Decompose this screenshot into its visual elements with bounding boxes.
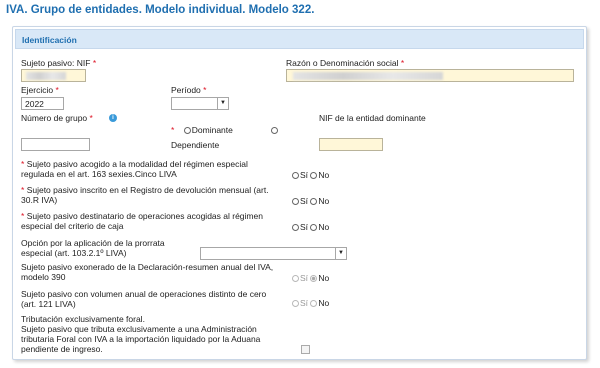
- q3-radios: Sí No: [292, 222, 329, 232]
- exonerado-label: Sujeto pasivo exonerado de la Declaració…: [21, 262, 274, 282]
- razon-social-input[interactable]: [286, 69, 574, 82]
- info-icon[interactable]: i: [109, 114, 117, 122]
- dominante-label: Dominante: [191, 125, 233, 135]
- exonerado-si-radio[interactable]: [292, 275, 299, 282]
- exonerado-radios: Sí No: [292, 273, 329, 283]
- chevron-down-icon[interactable]: ▼: [335, 248, 346, 259]
- dependiente-radio[interactable]: [270, 127, 278, 134]
- page-title: IVA. Grupo de entidades. Modelo individu…: [6, 4, 315, 16]
- question-devolucion-mensual: * Sujeto pasivo inscrito en el Registro …: [21, 185, 269, 205]
- foral-label: Tributación exclusivamente foral. Sujeto…: [21, 314, 261, 354]
- q1-si-radio[interactable]: [292, 172, 299, 179]
- section-title: Identificación: [22, 35, 77, 45]
- redacted-value: [293, 72, 443, 80]
- question-regimen-especial: * Sujeto pasivo acogido a la modalidad d…: [21, 159, 248, 179]
- prorrata-select[interactable]: ▼: [200, 247, 347, 260]
- volumen-no-radio[interactable]: [310, 300, 318, 307]
- numero-grupo-label: Número de grupo *: [21, 113, 93, 123]
- identificacion-panel: Identificación Sujeto pasivo: NIF * Razó…: [12, 26, 587, 360]
- volumen-radios: Sí No: [292, 298, 329, 308]
- nif-label: Sujeto pasivo: NIF *: [21, 58, 97, 68]
- tipo-entidad-radios: * Dominante: [171, 125, 279, 135]
- q2-no-radio[interactable]: [310, 198, 318, 205]
- ejercicio-input[interactable]: 2022: [21, 97, 64, 110]
- redacted-value: [26, 72, 66, 80]
- periodo-select[interactable]: ▼: [171, 97, 229, 110]
- q1-no-radio[interactable]: [310, 172, 318, 179]
- nif-dominante-label: NIF de la entidad dominante: [319, 113, 426, 123]
- q1-radios: Sí No: [292, 170, 329, 180]
- dominante-radio[interactable]: [183, 127, 191, 134]
- exonerado-no-radio[interactable]: [310, 275, 318, 282]
- dependiente-label: Dependiente: [171, 140, 220, 150]
- volumen-si-radio[interactable]: [292, 300, 299, 307]
- q3-no-radio[interactable]: [310, 224, 318, 231]
- volumen-label: Sujeto pasivo con volumen anual de opera…: [21, 289, 267, 309]
- razon-social-label: Razón o Denominación social *: [286, 58, 405, 68]
- nif-input[interactable]: [21, 69, 86, 82]
- periodo-label: Período *: [171, 85, 207, 95]
- ejercicio-label: Ejercicio *: [21, 85, 59, 95]
- numero-grupo-input[interactable]: [21, 138, 90, 151]
- chevron-down-icon[interactable]: ▼: [217, 98, 228, 109]
- foral-checkbox[interactable]: [301, 345, 310, 354]
- nif-dominante-input[interactable]: [319, 138, 383, 151]
- question-criterio-caja: * Sujeto pasivo destinatario de operacio…: [21, 211, 263, 231]
- prorrata-label: Opción por la aplicación de la prorrata …: [21, 238, 165, 258]
- q3-si-radio[interactable]: [292, 224, 299, 231]
- section-header: Identificación: [15, 29, 584, 49]
- q2-radios: Sí No: [292, 196, 329, 206]
- q2-si-radio[interactable]: [292, 198, 299, 205]
